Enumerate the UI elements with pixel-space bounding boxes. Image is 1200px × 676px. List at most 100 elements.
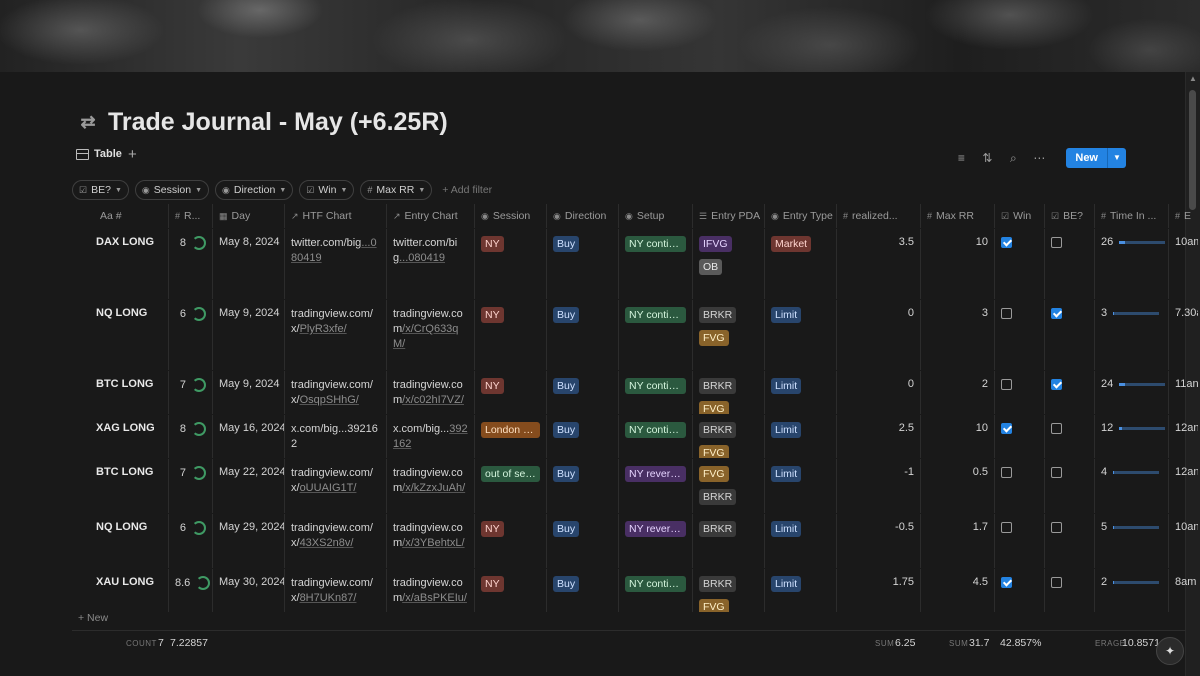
column-header[interactable]: ↗ Entry Chart (386, 204, 474, 228)
add-filter-button[interactable]: + Add filter (442, 184, 492, 196)
column-header[interactable]: # realized... (836, 204, 920, 228)
win-cell[interactable] (994, 300, 1044, 370)
sort-icon[interactable]: ⇅ (980, 151, 994, 165)
time-in-trade-cell[interactable]: 12 (1094, 415, 1168, 458)
setup-cell[interactable]: NY contin... (618, 300, 692, 370)
filter-chip-session[interactable]: ◉ Session ▼ (134, 180, 210, 200)
htf-chart-link[interactable]: x.com/big...392162 (284, 415, 386, 458)
add-row-button[interactable]: + New (78, 612, 108, 624)
trade-name-cell[interactable]: BTC LONG (72, 459, 168, 513)
r-cell[interactable]: 8 (168, 415, 212, 458)
r-cell[interactable]: 8.6 (168, 569, 212, 612)
day-cell[interactable]: May 29, 2024 (212, 514, 284, 568)
be-cell[interactable] (1044, 371, 1094, 414)
htf-chart-link[interactable]: twitter.com/big...080419 (284, 229, 386, 299)
session-cell[interactable]: NY (474, 371, 546, 414)
entry-chart-link[interactable]: tradingview.com/x/CrQ633qM/ (386, 300, 474, 370)
entry-chart-link[interactable]: twitter.com/big...080419 (386, 229, 474, 299)
htf-chart-link-part2[interactable]: OsqpSHhG/ (300, 394, 359, 406)
day-cell[interactable]: May 16, 2024 (212, 415, 284, 458)
page-title[interactable]: Trade Journal - May (+6.25R) (108, 108, 448, 137)
filter-icon[interactable]: ≡ (954, 151, 968, 165)
day-cell[interactable]: May 9, 2024 (212, 300, 284, 370)
session-cell[interactable]: NY (474, 569, 546, 612)
win-cell[interactable] (994, 371, 1044, 414)
be-checkbox[interactable] (1051, 521, 1062, 533)
r-cell[interactable]: 7 (168, 459, 212, 513)
entry-pda-cell[interactable]: BRKR FVG (692, 371, 764, 414)
htf-chart-link[interactable]: tradingview.com/x/oUUAIG1T/ (284, 459, 386, 513)
htf-chart-link[interactable]: tradingview.com/x/8H7UKn87/ (284, 569, 386, 612)
maxrr-cell[interactable]: 1.7 (920, 514, 994, 568)
extra-time-cell[interactable]: 11an (1168, 371, 1198, 414)
entry-chart-link[interactable]: tradingview.com/x/kZzxJuAh/ (386, 459, 474, 513)
entry-chart-link[interactable]: tradingview.com/x/aBsPKEIu/ (386, 569, 474, 612)
win-cell[interactable] (994, 229, 1044, 299)
maxrr-cell[interactable]: 10 (920, 229, 994, 299)
direction-cell[interactable]: Buy (546, 415, 618, 458)
win-percent[interactable]: 42.857% (1000, 637, 1041, 649)
column-header[interactable]: # E (1168, 204, 1198, 228)
win-checkbox[interactable] (1001, 466, 1012, 478)
entry-chart-link-part2[interactable]: /x/c02hI7VZ/ (402, 394, 464, 406)
htf-chart-link[interactable]: tradingview.com/x/OsqpSHhG/ (284, 371, 386, 414)
win-cell[interactable] (994, 514, 1044, 568)
setup-cell[interactable]: NY reversal (618, 514, 692, 568)
entry-pda-cell[interactable]: FVG BRKR (692, 459, 764, 513)
time-in-trade-cell[interactable]: 5 (1094, 514, 1168, 568)
win-checkbox-checked[interactable] (1001, 576, 1012, 588)
search-icon[interactable]: ⌕ (1006, 151, 1020, 166)
time-average[interactable]: 10.8571 (1122, 637, 1160, 649)
extra-time-cell[interactable]: 10an (1168, 514, 1198, 568)
time-in-trade-cell[interactable]: 26 (1094, 229, 1168, 299)
realized-cell[interactable]: -1 (836, 459, 920, 513)
r-cell[interactable]: 8 (168, 229, 212, 299)
win-cell[interactable] (994, 569, 1044, 612)
column-header[interactable]: ↗ HTF Chart (284, 204, 386, 228)
entry-type-cell[interactable]: Limit (764, 459, 836, 513)
htf-chart-link-part2[interactable]: 8H7UKn87/ (300, 592, 357, 604)
be-cell[interactable] (1044, 569, 1094, 612)
r-cell[interactable]: 7 (168, 371, 212, 414)
be-cell[interactable] (1044, 300, 1094, 370)
be-checkbox-checked[interactable] (1051, 307, 1062, 319)
win-checkbox-checked[interactable] (1001, 236, 1012, 248)
be-cell[interactable] (1044, 459, 1094, 513)
win-checkbox-checked[interactable] (1001, 422, 1012, 434)
direction-cell[interactable]: Buy (546, 569, 618, 612)
add-view-button[interactable]: + (128, 146, 137, 163)
be-checkbox-checked[interactable] (1051, 378, 1062, 390)
column-header[interactable]: ☑ BE? (1044, 204, 1094, 228)
column-header[interactable]: # Max RR (920, 204, 994, 228)
session-cell[interactable]: London C... (474, 415, 546, 458)
realized-cell[interactable]: 2.5 (836, 415, 920, 458)
trade-name-cell[interactable]: BTC LONG (72, 371, 168, 414)
day-cell[interactable]: May 22, 2024 (212, 459, 284, 513)
htf-chart-link-part2[interactable]: 43XS2n8v/ (300, 537, 354, 549)
maxrr-cell[interactable]: 10 (920, 415, 994, 458)
entry-chart-link[interactable]: tradingview.com/x/3YBehtxL/ (386, 514, 474, 568)
column-header[interactable]: ◉ Entry Type (764, 204, 836, 228)
direction-cell[interactable]: Buy (546, 229, 618, 299)
win-checkbox[interactable] (1001, 521, 1012, 533)
time-in-trade-cell[interactable]: 2 (1094, 569, 1168, 612)
entry-type-cell[interactable]: Limit (764, 300, 836, 370)
extra-time-cell[interactable]: 12an (1168, 459, 1198, 513)
time-in-trade-cell[interactable]: 3 (1094, 300, 1168, 370)
chevron-down-icon[interactable]: ▼ (1107, 148, 1126, 168)
day-cell[interactable]: May 8, 2024 (212, 229, 284, 299)
entry-pda-cell[interactable]: BRKR (692, 514, 764, 568)
entry-chart-link-part2[interactable]: /x/CrQ633qM/ (393, 323, 458, 350)
entry-chart-link[interactable]: x.com/big...392162 (386, 415, 474, 458)
scroll-up-arrow-icon[interactable]: ▲ (1189, 74, 1197, 83)
entry-chart-link-part1[interactable]: x.com/big... (393, 423, 449, 435)
entry-type-cell[interactable]: Limit (764, 415, 836, 458)
r-cell[interactable]: 6 (168, 300, 212, 370)
trade-name-cell[interactable]: XAU LONG (72, 569, 168, 612)
entry-pda-cell[interactable]: BRKR FVG (692, 569, 764, 612)
realized-cell[interactable]: 3.5 (836, 229, 920, 299)
session-cell[interactable]: NY (474, 514, 546, 568)
column-header[interactable]: ◉ Direction (546, 204, 618, 228)
trade-name-cell[interactable]: NQ LONG (72, 514, 168, 568)
direction-cell[interactable]: Buy (546, 300, 618, 370)
